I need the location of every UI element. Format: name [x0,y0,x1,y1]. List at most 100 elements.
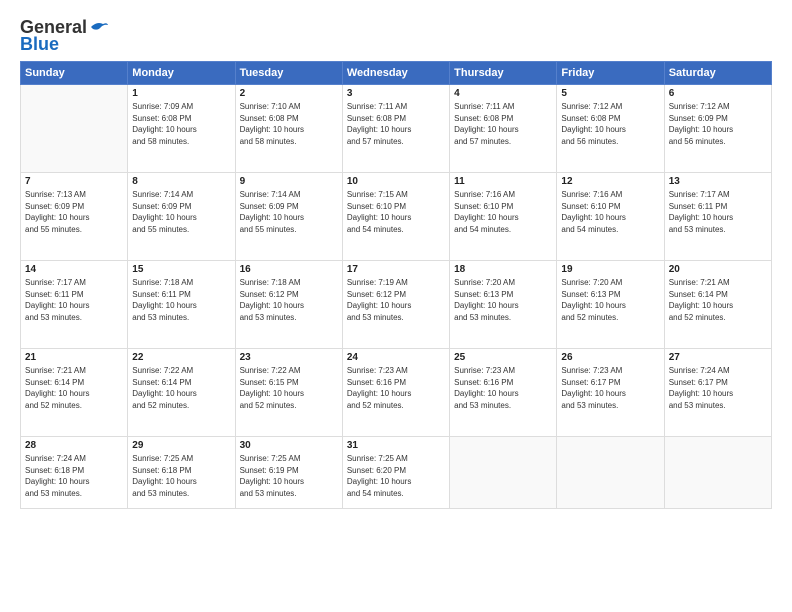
day-number: 14 [25,264,123,275]
day-number: 6 [669,88,767,99]
logo-bird-icon [89,19,109,35]
logo: General Blue [20,18,109,55]
day-number: 8 [132,176,230,187]
calendar-cell: 18 Sunrise: 7:20 AMSunset: 6:13 PMDayligh… [450,261,557,349]
day-info: Sunrise: 7:14 AMSunset: 6:09 PMDaylight:… [240,189,338,235]
day-info: Sunrise: 7:13 AMSunset: 6:09 PMDaylight:… [25,189,123,235]
calendar-header-wednesday: Wednesday [342,62,449,85]
calendar-cell: 6 Sunrise: 7:12 AMSunset: 6:09 PMDaylight… [664,85,771,173]
day-number: 17 [347,264,445,275]
calendar-cell: 25 Sunrise: 7:23 AMSunset: 6:16 PMDayligh… [450,349,557,437]
calendar-cell: 10 Sunrise: 7:15 AMSunset: 6:10 PMDayligh… [342,173,449,261]
day-info: Sunrise: 7:25 AMSunset: 6:19 PMDaylight:… [240,453,338,499]
day-info: Sunrise: 7:15 AMSunset: 6:10 PMDaylight:… [347,189,445,235]
calendar-cell [664,437,771,509]
day-number: 1 [132,88,230,99]
calendar-cell: 31Sunrise: 7:25 AMSunset: 6:20 PMDayligh… [342,437,449,509]
calendar-header-thursday: Thursday [450,62,557,85]
day-info: Sunrise: 7:12 AMSunset: 6:09 PMDaylight:… [669,101,767,147]
calendar-week-row: 1 Sunrise: 7:09 AMSunset: 6:08 PMDaylight… [21,85,772,173]
day-number: 25 [454,352,552,363]
calendar-cell: 11 Sunrise: 7:16 AMSunset: 6:10 PMDayligh… [450,173,557,261]
day-info: Sunrise: 7:14 AMSunset: 6:09 PMDaylight:… [132,189,230,235]
calendar-cell: 22 Sunrise: 7:22 AMSunset: 6:14 PMDayligh… [128,349,235,437]
day-info: Sunrise: 7:12 AMSunset: 6:08 PMDaylight:… [561,101,659,147]
day-number: 11 [454,176,552,187]
calendar-cell: 12 Sunrise: 7:16 AMSunset: 6:10 PMDayligh… [557,173,664,261]
day-number: 28 [25,440,123,451]
day-info: Sunrise: 7:23 AMSunset: 6:16 PMDaylight:… [454,365,552,411]
day-info: Sunrise: 7:09 AMSunset: 6:08 PMDaylight:… [132,101,230,147]
calendar-cell: 15 Sunrise: 7:18 AMSunset: 6:11 PMDayligh… [128,261,235,349]
calendar-header-monday: Monday [128,62,235,85]
day-number: 22 [132,352,230,363]
day-info: Sunrise: 7:16 AMSunset: 6:10 PMDaylight:… [561,189,659,235]
calendar-cell [557,437,664,509]
day-number: 10 [347,176,445,187]
day-info: Sunrise: 7:17 AMSunset: 6:11 PMDaylight:… [25,277,123,323]
calendar-cell: 14 Sunrise: 7:17 AMSunset: 6:11 PMDayligh… [21,261,128,349]
day-number: 31 [347,440,445,451]
day-number: 2 [240,88,338,99]
day-info: Sunrise: 7:20 AMSunset: 6:13 PMDaylight:… [454,277,552,323]
calendar-cell: 28Sunrise: 7:24 AMSunset: 6:18 PMDayligh… [21,437,128,509]
day-number: 23 [240,352,338,363]
calendar-cell [450,437,557,509]
calendar-cell: 5Sunrise: 7:12 AMSunset: 6:08 PMDaylight… [557,85,664,173]
day-number: 12 [561,176,659,187]
day-number: 18 [454,264,552,275]
day-info: Sunrise: 7:11 AMSunset: 6:08 PMDaylight:… [347,101,445,147]
day-number: 30 [240,440,338,451]
day-info: Sunrise: 7:24 AMSunset: 6:17 PMDaylight:… [669,365,767,411]
calendar-week-row: 28Sunrise: 7:24 AMSunset: 6:18 PMDayligh… [21,437,772,509]
calendar-cell: 29 Sunrise: 7:25 AMSunset: 6:18 PMDayligh… [128,437,235,509]
calendar-cell: 20Sunrise: 7:21 AMSunset: 6:14 PMDayligh… [664,261,771,349]
calendar-week-row: 14 Sunrise: 7:17 AMSunset: 6:11 PMDayligh… [21,261,772,349]
day-info: Sunrise: 7:23 AMSunset: 6:16 PMDaylight:… [347,365,445,411]
day-info: Sunrise: 7:22 AMSunset: 6:14 PMDaylight:… [132,365,230,411]
calendar-cell: 13 Sunrise: 7:17 AMSunset: 6:11 PMDayligh… [664,173,771,261]
day-number: 29 [132,440,230,451]
calendar-page: General Blue SundayMondayTuesdayWednesda… [0,0,792,612]
day-number: 4 [454,88,552,99]
day-info: Sunrise: 7:16 AMSunset: 6:10 PMDaylight:… [454,189,552,235]
day-info: Sunrise: 7:17 AMSunset: 6:11 PMDaylight:… [669,189,767,235]
day-number: 9 [240,176,338,187]
day-info: Sunrise: 7:21 AMSunset: 6:14 PMDaylight:… [25,365,123,411]
calendar-cell: 8 Sunrise: 7:14 AMSunset: 6:09 PMDaylight… [128,173,235,261]
calendar-header-tuesday: Tuesday [235,62,342,85]
calendar-cell: 1 Sunrise: 7:09 AMSunset: 6:08 PMDaylight… [128,85,235,173]
calendar-cell: 4 Sunrise: 7:11 AMSunset: 6:08 PMDaylight… [450,85,557,173]
calendar-cell: 16Sunrise: 7:18 AMSunset: 6:12 PMDayligh… [235,261,342,349]
day-info: Sunrise: 7:21 AMSunset: 6:14 PMDaylight:… [669,277,767,323]
day-info: Sunrise: 7:10 AMSunset: 6:08 PMDaylight:… [240,101,338,147]
day-number: 21 [25,352,123,363]
day-info: Sunrise: 7:18 AMSunset: 6:11 PMDaylight:… [132,277,230,323]
calendar-cell: 30 Sunrise: 7:25 AMSunset: 6:19 PMDayligh… [235,437,342,509]
day-number: 27 [669,352,767,363]
header: General Blue [20,18,772,55]
calendar-header-row: SundayMondayTuesdayWednesdayThursdayFrid… [21,62,772,85]
day-number: 15 [132,264,230,275]
calendar-cell: 7Sunrise: 7:13 AMSunset: 6:09 PMDaylight… [21,173,128,261]
calendar-week-row: 7Sunrise: 7:13 AMSunset: 6:09 PMDaylight… [21,173,772,261]
day-number: 16 [240,264,338,275]
calendar-cell: 23 Sunrise: 7:22 AMSunset: 6:15 PMDayligh… [235,349,342,437]
day-info: Sunrise: 7:11 AMSunset: 6:08 PMDaylight:… [454,101,552,147]
calendar-header-friday: Friday [557,62,664,85]
calendar-table: SundayMondayTuesdayWednesdayThursdayFrid… [20,61,772,509]
day-info: Sunrise: 7:25 AMSunset: 6:18 PMDaylight:… [132,453,230,499]
calendar-cell: 26Sunrise: 7:23 AMSunset: 6:17 PMDayligh… [557,349,664,437]
calendar-cell: 24Sunrise: 7:23 AMSunset: 6:16 PMDayligh… [342,349,449,437]
calendar-cell: 19Sunrise: 7:20 AMSunset: 6:13 PMDayligh… [557,261,664,349]
day-info: Sunrise: 7:23 AMSunset: 6:17 PMDaylight:… [561,365,659,411]
calendar-cell [21,85,128,173]
logo-blue-text: Blue [20,34,59,55]
day-info: Sunrise: 7:22 AMSunset: 6:15 PMDaylight:… [240,365,338,411]
calendar-cell: 2 Sunrise: 7:10 AMSunset: 6:08 PMDaylight… [235,85,342,173]
calendar-cell: 3Sunrise: 7:11 AMSunset: 6:08 PMDaylight… [342,85,449,173]
day-info: Sunrise: 7:19 AMSunset: 6:12 PMDaylight:… [347,277,445,323]
calendar-header-sunday: Sunday [21,62,128,85]
day-number: 13 [669,176,767,187]
day-info: Sunrise: 7:20 AMSunset: 6:13 PMDaylight:… [561,277,659,323]
